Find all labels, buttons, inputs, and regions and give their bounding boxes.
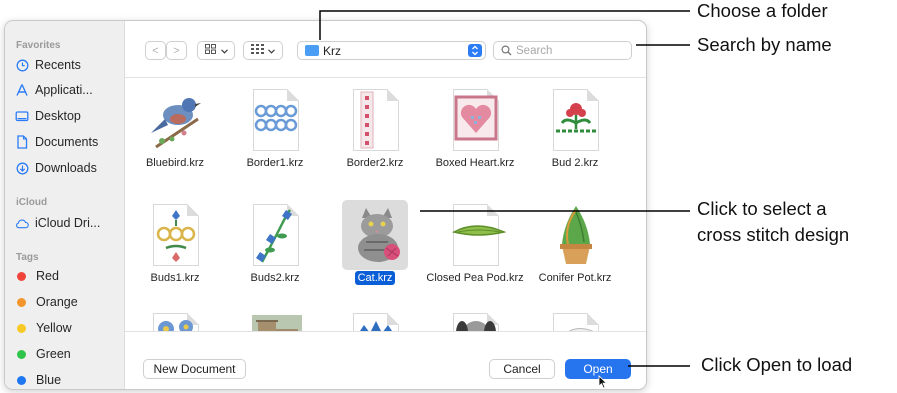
- callout-choose-folder: Choose a folder: [697, 0, 828, 21]
- callout-select-line1: Click to select a: [697, 198, 827, 219]
- callout-search: Search by name: [697, 34, 832, 55]
- callout-select-line2: cross stitch design: [697, 224, 850, 245]
- callout-open: Click Open to load: [701, 354, 853, 375]
- callout-lines: [319, 10, 690, 367]
